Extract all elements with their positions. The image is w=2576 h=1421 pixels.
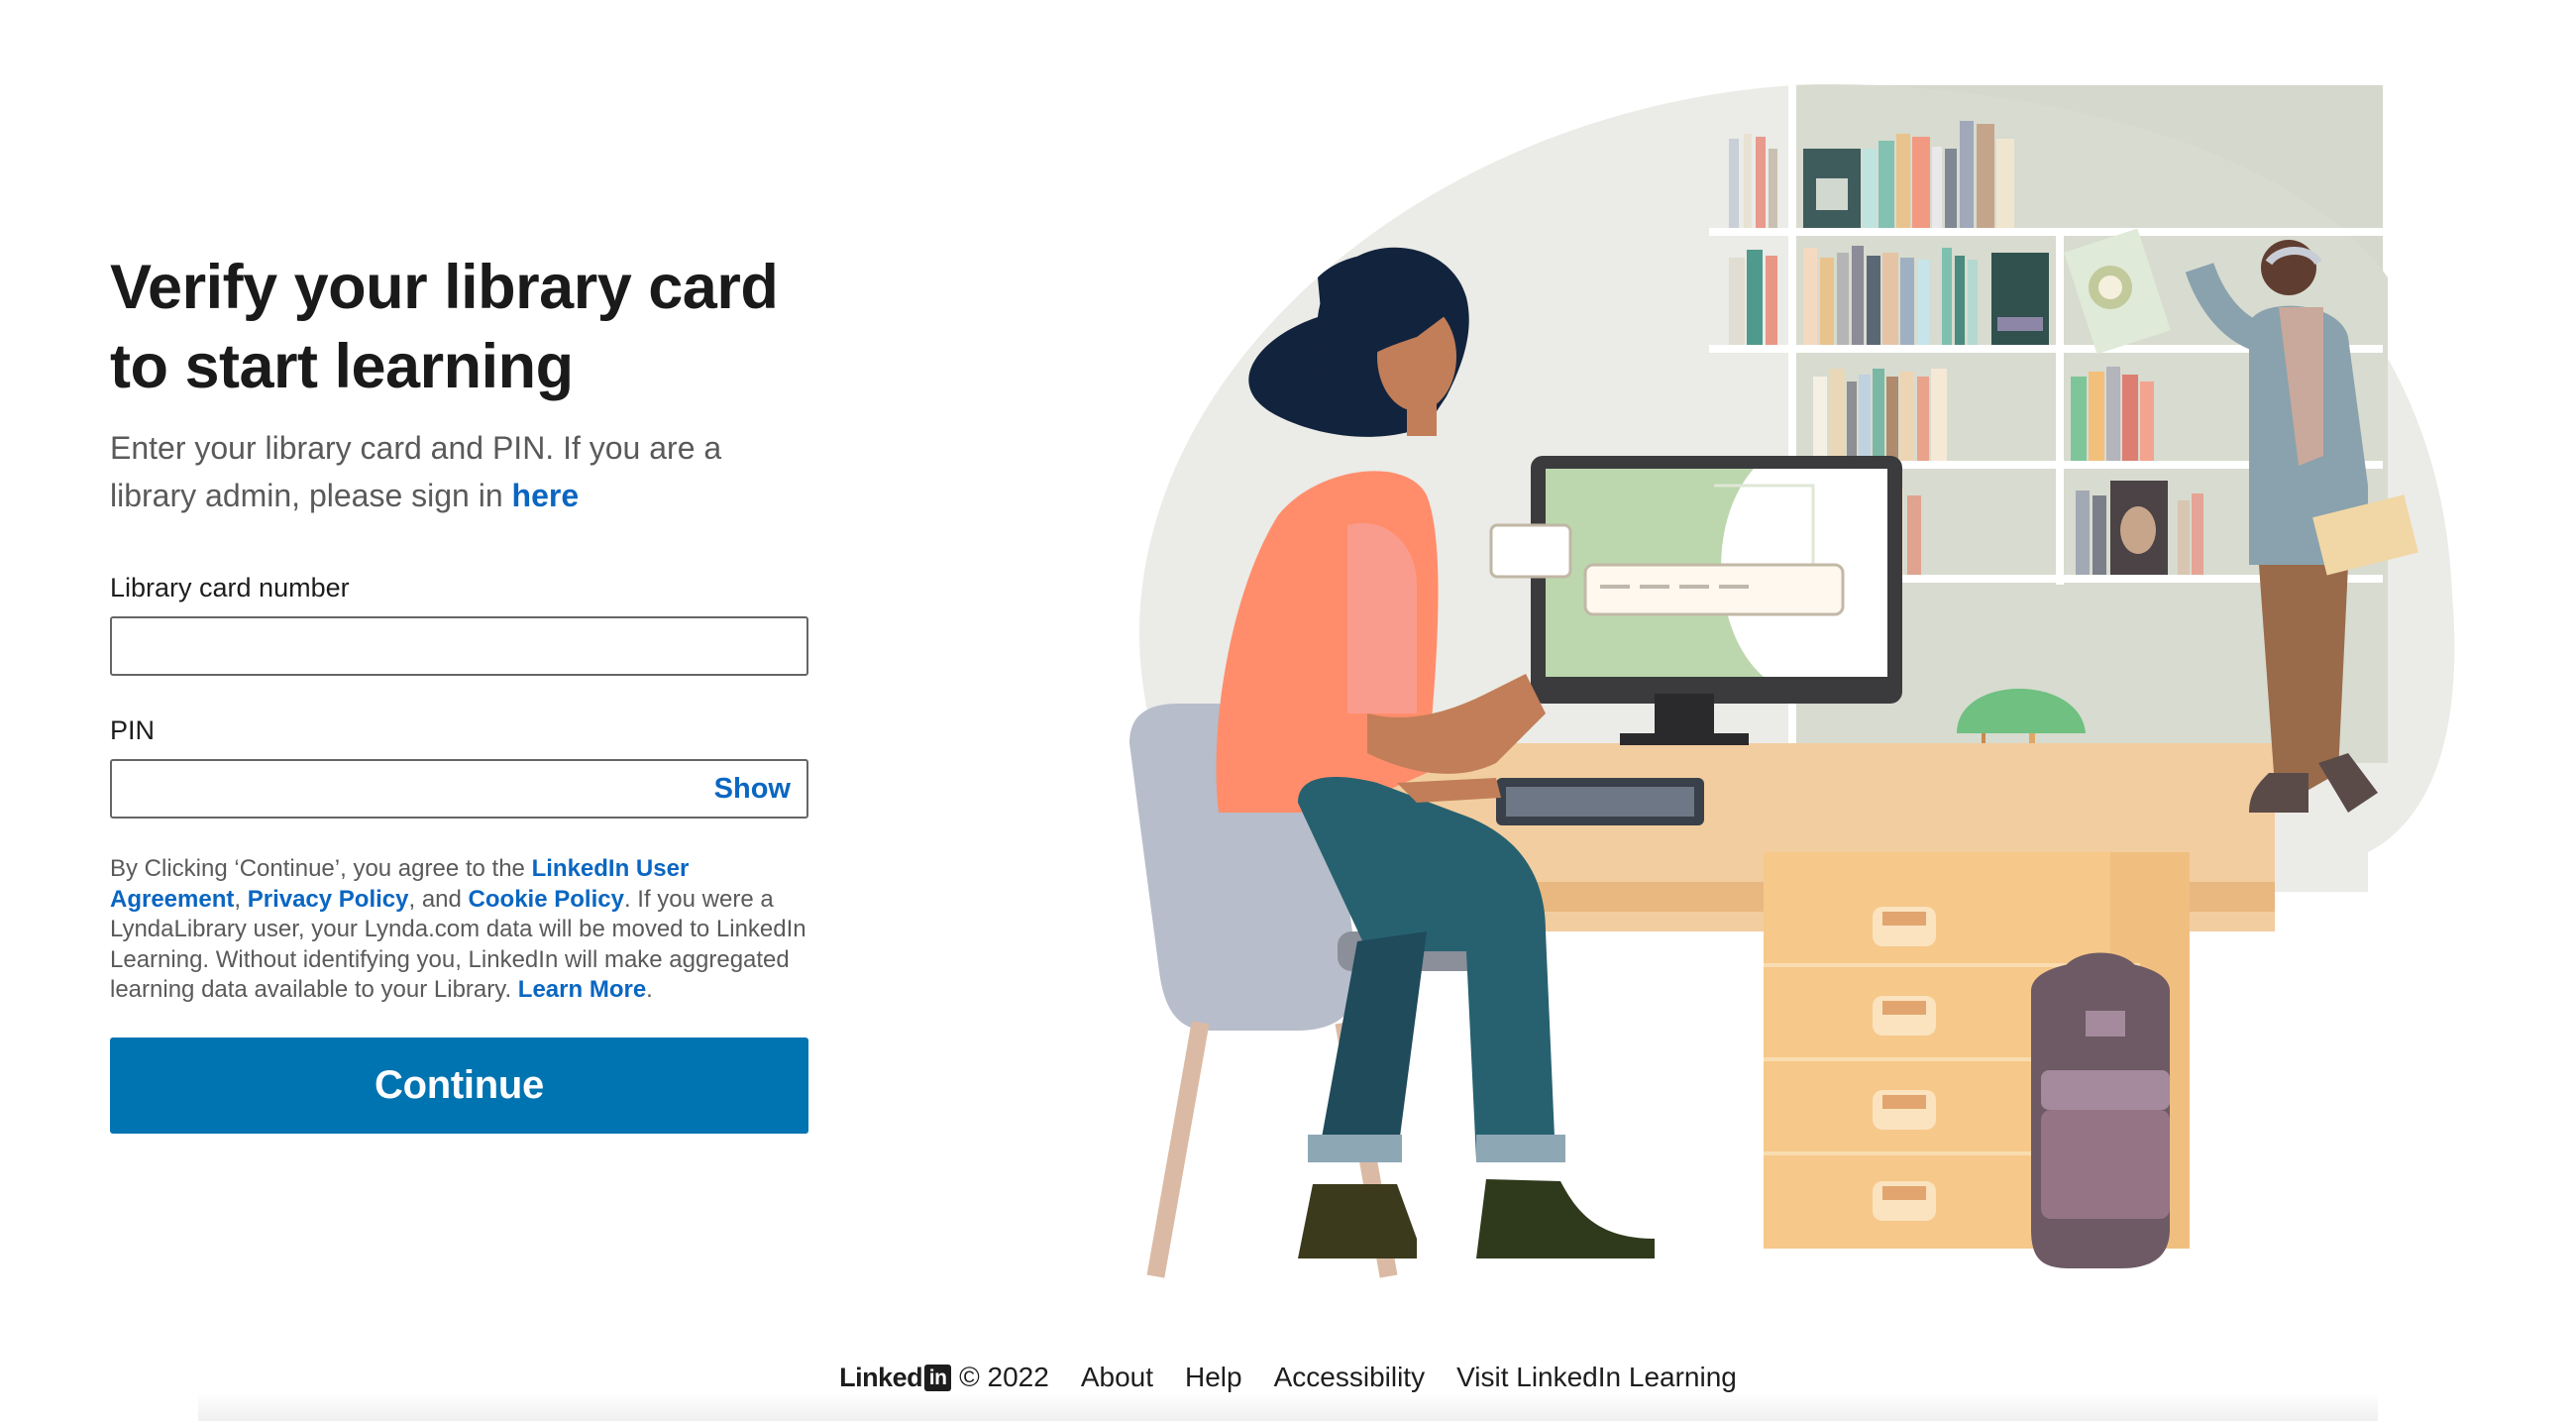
legal-sep-2: , and <box>408 885 469 913</box>
logo-word: Linked <box>839 1362 923 1392</box>
pin-label: PIN <box>110 715 156 745</box>
backpack <box>2031 952 2170 1268</box>
copyright: © 2022 <box>959 1362 1049 1392</box>
linkedin-logo[interactable]: Linked in <box>839 1362 952 1393</box>
footer-link-visit-linkedin-learning[interactable]: Visit LinkedIn Learning <box>1456 1362 1737 1393</box>
pin-input[interactable] <box>112 761 806 817</box>
legal-sep-1: , <box>234 885 248 913</box>
verify-form: Verify your library card to start learni… <box>110 248 808 1134</box>
card-number-field-box <box>110 616 808 676</box>
subtitle: Enter your library card and PIN. If you … <box>110 424 784 519</box>
footer-link-help[interactable]: Help <box>1185 1362 1242 1393</box>
privacy-policy-link[interactable]: Privacy Policy <box>248 886 409 913</box>
page-title: Verify your library card to start learni… <box>110 248 808 406</box>
card-number-input[interactable] <box>112 618 806 674</box>
library-study-illustration <box>1129 83 2455 1278</box>
footer: Linked in © 2022 About Help Accessibility… <box>0 1358 2576 1397</box>
card-number-label: Library card number <box>110 573 350 602</box>
legal-notice: By Clicking ‘Continue’, you agree to the… <box>110 854 808 1006</box>
footer-link-accessibility[interactable]: Accessibility <box>1274 1362 1425 1393</box>
legal-text-1: By Clicking ‘Continue’, you agree to the <box>110 855 532 882</box>
learn-more-link[interactable]: Learn More <box>518 976 646 1003</box>
continue-button[interactable]: Continue <box>110 1037 808 1134</box>
show-pin-button[interactable]: Show <box>714 773 791 806</box>
title-line-2: to start learning <box>110 332 574 401</box>
subtitle-text: Enter your library card and PIN. If you … <box>110 430 722 513</box>
page: Verify your library card to start learni… <box>0 0 2576 1421</box>
logo-in-box: in <box>924 1364 952 1391</box>
title-line-1: Verify your library card <box>110 253 779 322</box>
legal-end: . <box>646 976 653 1003</box>
footer-shade <box>198 1392 2378 1421</box>
admin-sign-in-link[interactable]: here <box>512 478 580 513</box>
pin-field-box: Show <box>110 759 808 819</box>
cookie-policy-link[interactable]: Cookie Policy <box>469 886 624 913</box>
footer-link-about[interactable]: About <box>1081 1362 1153 1393</box>
